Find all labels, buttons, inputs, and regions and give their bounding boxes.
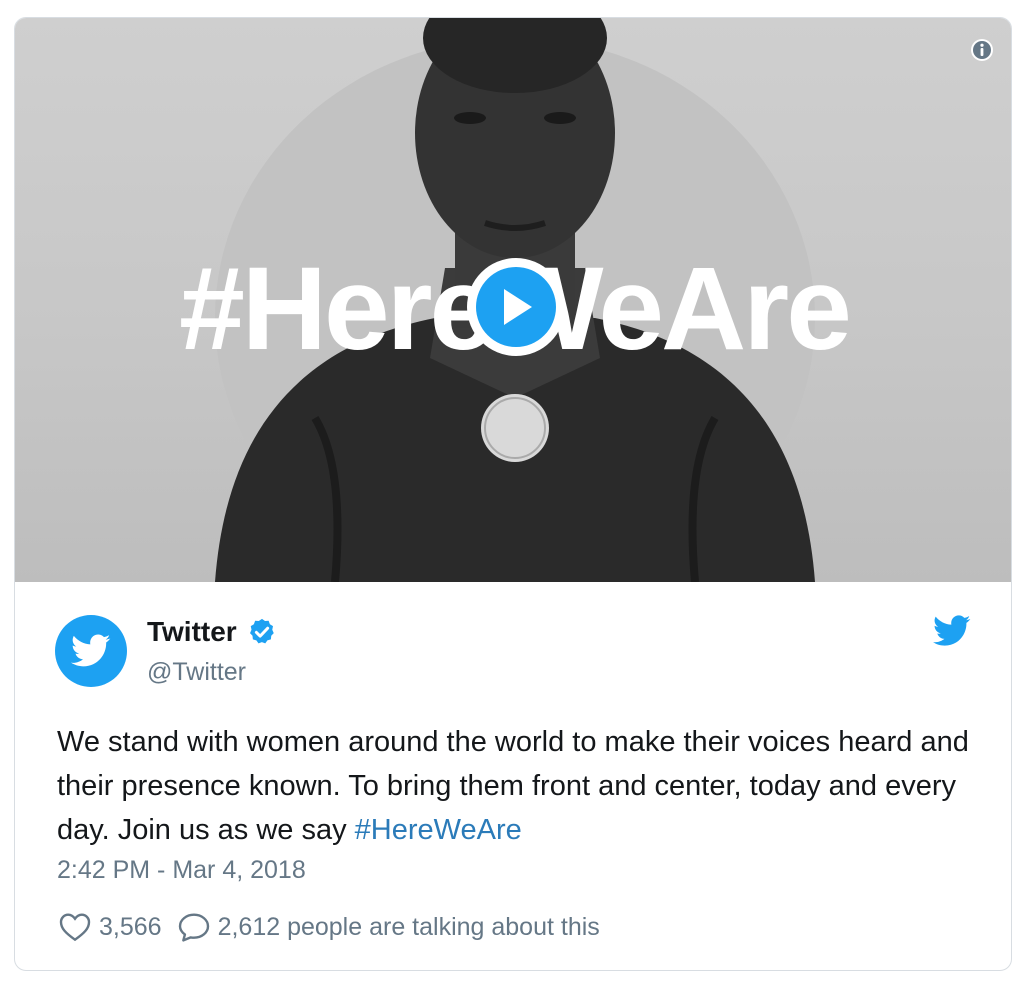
like-count: 3,566	[99, 912, 162, 941]
twitter-logo-icon[interactable]	[933, 615, 971, 647]
reply-count-text: 2,612 people are talking about this	[217, 912, 600, 941]
info-icon[interactable]	[970, 38, 994, 62]
reply-button[interactable]: 2,612 people are talking about this	[178, 912, 600, 942]
speech-bubble-icon	[178, 913, 209, 942]
twitter-bird-icon	[71, 634, 111, 667]
tweet-timestamp[interactable]: 2:42 PM - Mar 4, 2018	[57, 856, 306, 885]
avatar[interactable]	[55, 615, 127, 687]
author-handle[interactable]: @Twitter	[147, 658, 246, 687]
embedded-tweet-card: #HereWeAre Twitter @Twitter We stand wit…	[14, 17, 1012, 971]
hashtag-link[interactable]: #HereWeAre	[355, 814, 522, 846]
tweet-actions: 3,566 2,612 people are talking about thi…	[59, 912, 600, 942]
author-name-row: Twitter	[147, 616, 277, 648]
author-display-name[interactable]: Twitter	[147, 616, 237, 648]
verified-badge-icon	[249, 618, 274, 644]
play-icon	[476, 267, 556, 347]
like-button[interactable]: 3,566	[59, 912, 162, 942]
play-button[interactable]	[467, 258, 565, 356]
heart-icon	[59, 913, 91, 942]
tweet-text: We stand with women around the world to …	[57, 720, 997, 852]
video-media[interactable]: #HereWeAre	[15, 18, 1011, 582]
